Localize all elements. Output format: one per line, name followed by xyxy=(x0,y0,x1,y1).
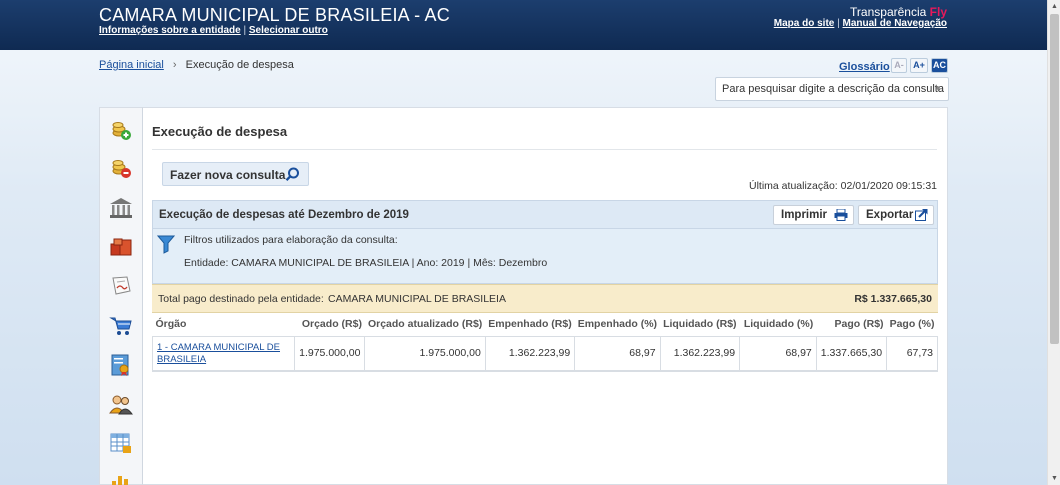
table-cell: 1.362.223,99 xyxy=(484,335,576,372)
boxes-icon[interactable] xyxy=(107,233,135,261)
people-icon[interactable] xyxy=(107,390,135,418)
font-increase-button[interactable]: A+ xyxy=(910,58,928,73)
scroll-down-icon[interactable]: ▼ xyxy=(1048,472,1060,485)
last-update-value: 02/01/2020 09:15:31 xyxy=(840,180,937,192)
shopping-cart-icon[interactable] xyxy=(107,312,135,340)
total-paid-label: Total pago destinado pela entidade: xyxy=(158,293,324,305)
column-header[interactable]: Orçado (R$) xyxy=(294,313,365,337)
sidebar xyxy=(99,107,143,485)
table-cell: 67,73 xyxy=(886,335,938,372)
glossary-link-wrap: Glossário xyxy=(839,61,890,73)
entity-info-link[interactable]: Informações sobre a entidade xyxy=(99,25,241,36)
export-label: Exportar xyxy=(866,209,914,221)
new-query-button[interactable]: Fazer nova consulta xyxy=(162,162,309,186)
search-placeholder: Para pesquisar digite a descrição da con… xyxy=(722,83,944,95)
column-header[interactable]: Orçado atualizado (R$) xyxy=(364,313,486,337)
filters-box: Filtros utilizados para elaboração da co… xyxy=(152,229,938,284)
main-panel: Execução de despesa Fazer nova consulta … xyxy=(143,107,948,485)
expenses-table: Órgão Orçado (R$) Orçado atualizado (R$)… xyxy=(151,313,938,372)
scroll-thumb[interactable] xyxy=(1050,14,1059,344)
table-cell: 1.362.223,99 xyxy=(659,335,741,372)
manual-link[interactable]: Manual de Navegação xyxy=(843,18,947,29)
site-map-link[interactable]: Mapa do site xyxy=(774,18,835,29)
title-divider xyxy=(152,149,937,150)
table-cell: 1.975.000,00 xyxy=(294,335,366,372)
top-header: CAMARA MUNICIPAL DE BRASILEIA - AC Infor… xyxy=(0,0,1047,50)
certificate-document-icon[interactable] xyxy=(107,351,135,379)
new-query-label: Fazer nova consulta xyxy=(170,168,286,182)
column-header[interactable]: Empenhado (%) xyxy=(574,313,661,337)
report-header: Execução de despesas até Dezembro de 201… xyxy=(152,200,938,229)
entity-title: CAMARA MUNICIPAL DE BRASILEIA - AC xyxy=(99,5,450,25)
print-button[interactable]: Imprimir xyxy=(773,205,854,225)
report-title: Execução de despesas até Dezembro de 201… xyxy=(159,209,409,221)
breadcrumb: Página inicial › Execução de despesa xyxy=(99,59,294,71)
page-title: Execução de despesa xyxy=(152,124,288,139)
last-update: Última atualização: 02/01/2020 09:15:31 xyxy=(749,180,937,192)
table-cell: 68,97 xyxy=(574,335,661,372)
breadcrumb-home-link[interactable]: Página inicial xyxy=(99,59,164,71)
entity-links: Informações sobre a entidade | Seleciona… xyxy=(99,25,328,36)
column-header[interactable]: Órgão xyxy=(152,313,295,337)
font-decrease-button[interactable]: A- xyxy=(891,58,907,73)
brand-prefix: Transparência xyxy=(850,5,927,19)
column-header[interactable]: Pago (%) xyxy=(886,313,938,337)
chevron-right-icon: › xyxy=(172,59,177,71)
column-header[interactable]: Liquidado (R$) xyxy=(660,313,740,337)
breadcrumb-current: Execução de despesa xyxy=(185,59,294,71)
link-separator: | xyxy=(243,25,247,36)
filters-label: Filtros utilizados para elaboração da co… xyxy=(184,234,398,246)
funnel-icon xyxy=(156,234,176,257)
select-other-link[interactable]: Selecionar outro xyxy=(249,25,328,36)
search-icon xyxy=(285,167,300,185)
filters-values: Entidade: CAMARA MUNICIPAL DE BRASILEIA … xyxy=(184,257,548,269)
column-header[interactable]: Pago (R$) xyxy=(816,313,887,337)
brand-suffix: Fly xyxy=(929,5,947,19)
bar-chart-icon[interactable] xyxy=(107,466,135,485)
table-header-row: Órgão Orçado (R$) Orçado atualizado (R$)… xyxy=(152,313,938,337)
glossary-link[interactable]: Glossário xyxy=(839,61,890,73)
table-cell: 1.337.665,30 xyxy=(815,335,888,372)
table-cell: 1.975.000,00 xyxy=(364,335,486,372)
total-paid-row: Total pago destinado pela entidade: CAMA… xyxy=(152,284,938,313)
coins-remove-icon[interactable] xyxy=(107,154,135,182)
brand-logo: Transparência Fly xyxy=(850,5,947,19)
vertical-scrollbar[interactable]: ▲ ▼ xyxy=(1047,0,1060,485)
site-links: Mapa do site | Manual de Navegação xyxy=(774,18,947,29)
orgao-link[interactable]: 1 - CAMARA MUNICIPAL DE BRASILEIA xyxy=(157,342,280,365)
export-button[interactable]: Exportar xyxy=(858,205,934,225)
table-cell: 1 - CAMARA MUNICIPAL DE BRASILEIA xyxy=(151,335,296,372)
contract-document-icon[interactable] xyxy=(107,272,135,300)
chevron-down-icon: ▼ xyxy=(934,84,942,93)
total-paid-entity: CAMARA MUNICIPAL DE BRASILEIA xyxy=(328,293,506,305)
coins-add-icon[interactable] xyxy=(107,116,135,144)
printer-icon xyxy=(834,208,848,224)
column-header[interactable]: Empenhado (R$) xyxy=(485,313,575,337)
bank-building-icon[interactable] xyxy=(107,194,135,222)
column-header[interactable]: Liquidado (%) xyxy=(739,313,817,337)
export-icon xyxy=(915,209,928,224)
link-separator: | xyxy=(837,18,840,29)
scroll-up-icon[interactable]: ▲ xyxy=(1048,0,1060,13)
high-contrast-button[interactable]: AC xyxy=(931,58,948,73)
print-label: Imprimir xyxy=(781,209,828,221)
query-search-select[interactable]: Para pesquisar digite a descrição da con… xyxy=(715,77,949,101)
spreadsheet-icon[interactable] xyxy=(107,429,135,457)
table-cell: 68,97 xyxy=(739,335,817,372)
total-paid-value: R$ 1.337.665,30 xyxy=(854,293,932,305)
last-update-label: Última atualização: xyxy=(749,180,838,192)
table-row: 1 - CAMARA MUNICIPAL DE BRASILEIA 1.975.… xyxy=(151,335,938,372)
